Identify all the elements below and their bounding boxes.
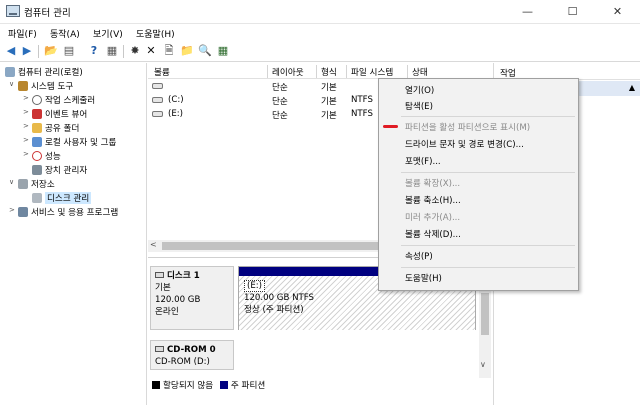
show-hide-tree-icon[interactable]: ▤: [62, 44, 76, 58]
column-divider[interactable]: [267, 65, 268, 78]
console-tree: 컴퓨터 관리(로컬) ∨ 시스템 도구 > 작업 스케줄러 > 이벤트 뷰어 >…: [0, 63, 147, 405]
settings-icon[interactable]: ▦: [216, 44, 230, 58]
computer-icon: [5, 67, 15, 77]
chevron-right-icon[interactable]: >: [23, 94, 29, 102]
menu-help[interactable]: 도움말(H): [405, 272, 442, 284]
menu-change-drive-letter[interactable]: 드라이브 문자 및 경로 변경(C)...: [405, 138, 524, 150]
drive-icon: [152, 97, 163, 103]
partition-label: (E:): [244, 280, 266, 292]
red-marker: [383, 125, 398, 128]
event-viewer-icon: [32, 109, 42, 119]
performance-icon: [32, 151, 42, 161]
column-layout[interactable]: 레이아웃: [272, 66, 304, 78]
scroll-left-icon[interactable]: <: [150, 240, 157, 249]
menu-separator: [401, 267, 575, 268]
cdrom-label[interactable]: CD-ROM 0 CD-ROM (D:): [150, 340, 234, 370]
folder-icon[interactable]: 📁: [180, 44, 194, 58]
action-pane-icon[interactable]: ▦: [105, 44, 119, 58]
menu-separator: [401, 245, 575, 246]
storage-icon: [18, 179, 28, 189]
menu-action[interactable]: 동작(A): [50, 27, 80, 40]
scrollbar-thumb[interactable]: [162, 242, 380, 250]
chevron-down-icon[interactable]: ∨: [9, 178, 14, 186]
disk-management-icon: [32, 193, 42, 203]
volume-list-header: 볼륨 레이아웃 형식 파일 시스템 상태: [148, 64, 492, 79]
delete-icon[interactable]: ✕: [144, 44, 158, 58]
back-icon[interactable]: ◀: [4, 44, 18, 58]
toolbar-separator: [123, 45, 124, 58]
disk-1-label[interactable]: 디스크 1 기본 120.00 GB 온라인: [150, 266, 234, 330]
menu-properties[interactable]: 속성(P): [405, 250, 433, 262]
chevron-right-icon[interactable]: >: [23, 136, 29, 144]
help-icon[interactable]: ?: [87, 44, 101, 58]
menu-separator: [401, 172, 575, 173]
menu-file[interactable]: 파일(F): [8, 27, 37, 40]
scroll-down-icon[interactable]: ∨: [480, 360, 486, 369]
device-manager-icon: [32, 165, 42, 175]
drive-icon: [152, 111, 163, 117]
tools-icon: [18, 81, 28, 91]
menu-explore[interactable]: 탐색(E): [405, 100, 433, 112]
menu-bar: 파일(F) 동작(A) 보기(V) 도움말(H): [0, 24, 640, 42]
menu-mark-active[interactable]: 파티션을 활성 파티션으로 표시(M): [405, 121, 530, 133]
partition-status: 정상 (주 파티션): [244, 305, 304, 315]
chevron-right-icon[interactable]: >: [23, 122, 29, 130]
unallocated-swatch: [152, 381, 160, 389]
column-divider[interactable]: [407, 65, 408, 78]
menu-view[interactable]: 보기(V): [93, 27, 123, 40]
context-menu: 열기(O) 탐색(E) 파티션을 활성 파티션으로 표시(M) 드라이브 문자 …: [378, 78, 579, 291]
users-icon: [32, 137, 42, 147]
chevron-right-icon[interactable]: >: [23, 150, 29, 158]
column-volume[interactable]: 볼륨: [154, 66, 170, 78]
drive-icon: [152, 83, 163, 89]
toolbar: ◀ ▶ 📂 ▤ ? ▦ ✸ ✕ 🗎 📁 🔍 ▦: [0, 42, 640, 62]
close-button[interactable]: ✕: [595, 0, 640, 24]
chevron-right-icon[interactable]: >: [23, 108, 29, 116]
menu-extend-volume[interactable]: 볼륨 확장(X)...: [405, 177, 460, 189]
forward-icon[interactable]: ▶: [20, 44, 34, 58]
search-icon[interactable]: 🔍: [198, 44, 212, 58]
title-bar: 컴퓨터 관리 — ☐ ✕: [0, 0, 640, 24]
menu-delete-volume[interactable]: 볼륨 삭제(D)...: [405, 228, 461, 240]
shared-folder-icon: [32, 123, 42, 133]
column-divider[interactable]: [316, 65, 317, 78]
column-divider[interactable]: [346, 65, 347, 78]
column-type[interactable]: 형식: [321, 66, 337, 78]
menu-format[interactable]: 포맷(F)...: [405, 155, 441, 167]
services-icon: [18, 207, 28, 217]
chevron-down-icon[interactable]: ∨: [9, 80, 14, 88]
toolbar-separator: [38, 45, 39, 58]
chevron-right-icon[interactable]: >: [9, 206, 15, 214]
partition-size: 120.00 GB NTFS: [244, 293, 315, 303]
up-folder-icon[interactable]: 📂: [44, 44, 58, 58]
column-status[interactable]: 상태: [412, 66, 428, 78]
menu-add-mirror[interactable]: 미러 추가(A)...: [405, 211, 460, 223]
properties-icon[interactable]: 🗎: [162, 44, 176, 58]
menu-open[interactable]: 열기(O): [405, 84, 434, 96]
menu-help[interactable]: 도움말(H): [136, 27, 175, 40]
maximize-button[interactable]: ☐: [550, 0, 595, 24]
minimize-button[interactable]: —: [505, 0, 550, 24]
column-filesystem[interactable]: 파일 시스템: [351, 66, 393, 78]
cdrom-icon: [155, 346, 164, 352]
menu-shrink-volume[interactable]: 볼륨 축소(H)...: [405, 194, 461, 206]
connect-icon[interactable]: ✸: [128, 44, 142, 58]
computer-management-icon: [6, 5, 20, 17]
window-title: 컴퓨터 관리: [24, 8, 71, 19]
disk-icon: [155, 272, 164, 278]
clock-icon: [32, 95, 42, 105]
scrollbar-thumb[interactable]: [481, 293, 489, 335]
collapse-arrow-icon[interactable]: ▲: [629, 83, 635, 92]
menu-separator: [401, 116, 575, 117]
legend: 할당되지 않음 주 파티션: [152, 379, 488, 393]
primary-partition-swatch: [219, 381, 228, 389]
